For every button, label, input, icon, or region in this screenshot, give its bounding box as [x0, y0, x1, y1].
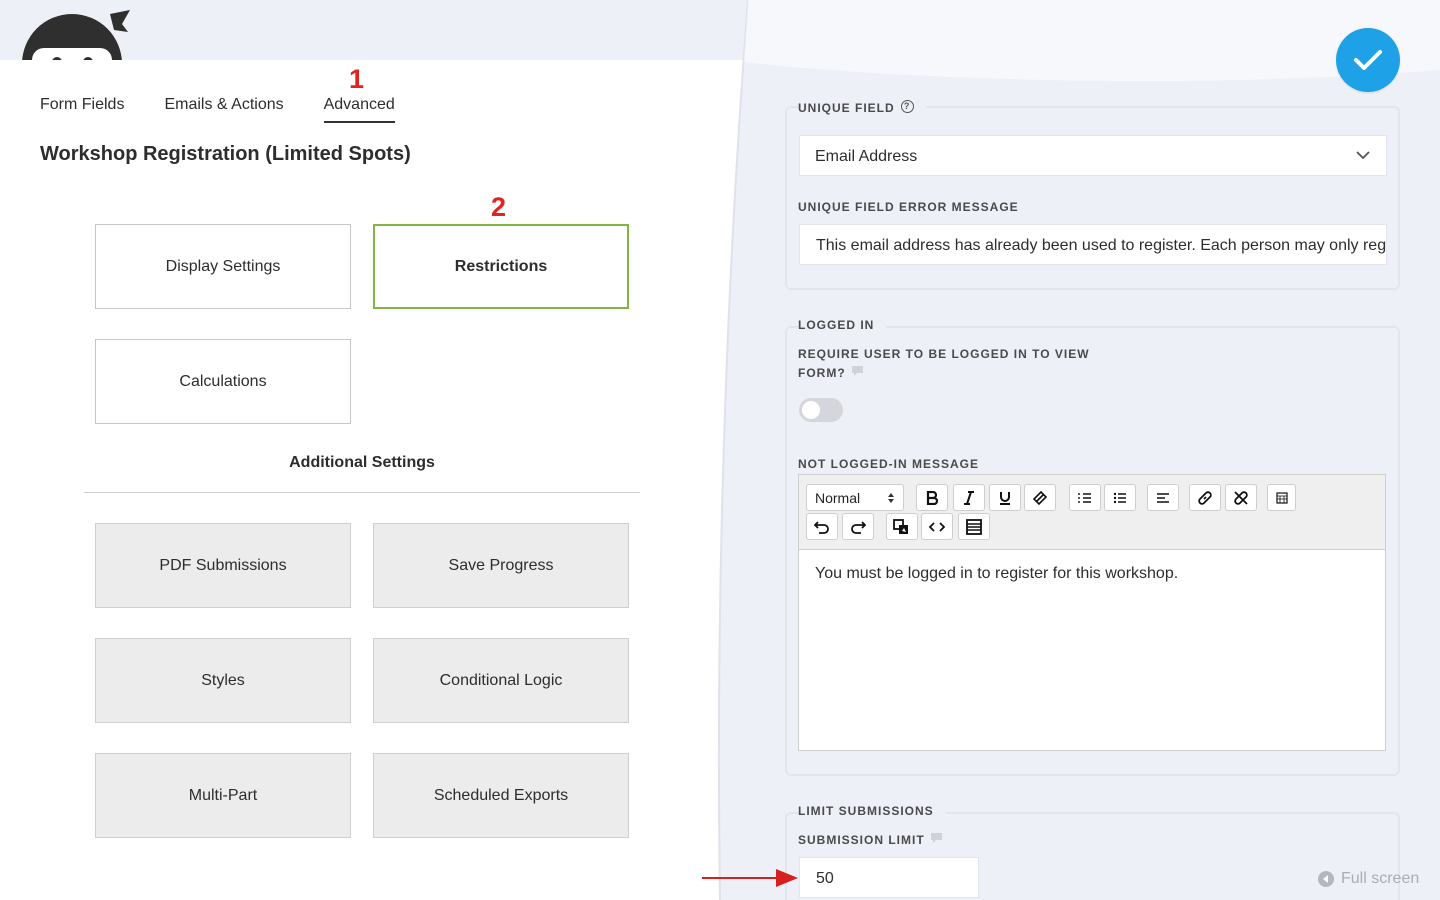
- ordered-list-button[interactable]: [1069, 484, 1101, 511]
- submission-limit-input[interactable]: 50: [799, 857, 979, 898]
- source-button[interactable]: [958, 513, 990, 540]
- unique-field-select[interactable]: Email Address: [799, 135, 1387, 176]
- styles-card[interactable]: Styles: [95, 638, 351, 723]
- tab-advanced[interactable]: Advanced: [323, 96, 395, 123]
- bold-button[interactable]: [916, 484, 948, 511]
- bullet-list-icon: [1113, 492, 1126, 503]
- link-icon: [1198, 490, 1212, 505]
- scheduled-exports-card[interactable]: Scheduled Exports: [373, 753, 629, 838]
- editor-content[interactable]: You must be logged in to register for th…: [815, 565, 1178, 583]
- underline-button[interactable]: [989, 484, 1021, 511]
- restrictions-card[interactable]: Restrictions: [373, 224, 629, 309]
- bullet-list-button[interactable]: [1104, 484, 1136, 511]
- require-login-label: REQUIRE USER TO BE LOGGED IN TO VIEW FOR…: [798, 347, 1090, 380]
- rich-text-editor: Normal You must be logged in to register…: [798, 474, 1386, 751]
- ninja-logo: [22, 10, 132, 60]
- help-icon[interactable]: ?: [900, 100, 914, 113]
- toggle-knob: [802, 401, 820, 419]
- table-icon: [1275, 491, 1288, 504]
- not-logged-in-message-label: NOT LOGGED-IN MESSAGE: [798, 457, 980, 471]
- align-left-icon: [1157, 492, 1169, 503]
- calculations-card[interactable]: Calculations: [95, 339, 351, 424]
- conditional-logic-card[interactable]: Conditional Logic: [373, 638, 629, 723]
- step-marker-1: 1: [349, 64, 365, 94]
- divider: [84, 492, 640, 493]
- submission-limit-label: SUBMISSION LIMIT: [798, 831, 942, 850]
- align-button[interactable]: [1147, 484, 1179, 511]
- link-button[interactable]: [1189, 484, 1221, 511]
- page-title: Workshop Registration (Limited Spots): [40, 143, 411, 165]
- save-confirm-button[interactable]: [1336, 28, 1400, 92]
- ordered-list-icon: [1078, 492, 1091, 503]
- chevron-down-icon: [1356, 151, 1370, 160]
- comment-icon: [851, 366, 863, 376]
- unique-field-error-input[interactable]: This email address has already been used…: [799, 224, 1387, 265]
- unlink-button[interactable]: [1225, 484, 1257, 511]
- updown-icon: [888, 492, 894, 503]
- checkmark-icon: [1354, 50, 1382, 70]
- fullscreen-button[interactable]: Full screen: [1318, 870, 1419, 888]
- redo-button[interactable]: [842, 513, 874, 540]
- comment-icon: [930, 833, 942, 843]
- unique-field-error-label: UNIQUE FIELD ERROR MESSAGE: [798, 200, 1019, 214]
- multi-part-card[interactable]: Multi-Part: [95, 753, 351, 838]
- italic-icon: [964, 490, 974, 505]
- bold-icon: [926, 490, 939, 505]
- limit-submissions-legend: LIMIT SUBMISSIONS: [798, 804, 946, 818]
- collapse-arrow-icon: [1318, 871, 1334, 887]
- unlink-icon: [1234, 490, 1248, 505]
- underline-icon: [1000, 491, 1010, 505]
- step-marker-2: 2: [491, 192, 507, 222]
- table-button[interactable]: [1267, 484, 1296, 511]
- additional-settings-heading: Additional Settings: [289, 454, 435, 471]
- media-icon: [893, 518, 908, 534]
- format-select[interactable]: Normal: [806, 484, 904, 511]
- undo-button[interactable]: [806, 513, 838, 540]
- logged-in-legend: LOGGED IN: [798, 318, 887, 332]
- clear-format-button[interactable]: [1024, 484, 1056, 511]
- redo-icon: [851, 520, 866, 534]
- list-view-icon: [966, 518, 982, 535]
- pdf-submissions-card[interactable]: PDF Submissions: [95, 523, 351, 608]
- arrow-annotation-icon: [702, 869, 798, 887]
- display-settings-card[interactable]: Display Settings: [95, 224, 351, 309]
- tab-emails-actions[interactable]: Emails & Actions: [164, 96, 283, 123]
- code-button[interactable]: [921, 513, 953, 540]
- tab-form-fields[interactable]: Form Fields: [40, 96, 124, 123]
- unique-field-legend: UNIQUE FIELD?: [798, 100, 926, 115]
- undo-icon: [814, 520, 829, 534]
- eraser-icon: [1033, 490, 1047, 505]
- save-progress-card[interactable]: Save Progress: [373, 523, 629, 608]
- code-icon: [929, 521, 945, 532]
- italic-button[interactable]: [953, 484, 985, 511]
- media-button[interactable]: [886, 513, 918, 540]
- editor-toolbar: Normal: [799, 475, 1385, 550]
- tab-bar: Form Fields Emails & Actions Advanced: [40, 96, 395, 123]
- require-login-toggle[interactable]: [799, 398, 843, 422]
